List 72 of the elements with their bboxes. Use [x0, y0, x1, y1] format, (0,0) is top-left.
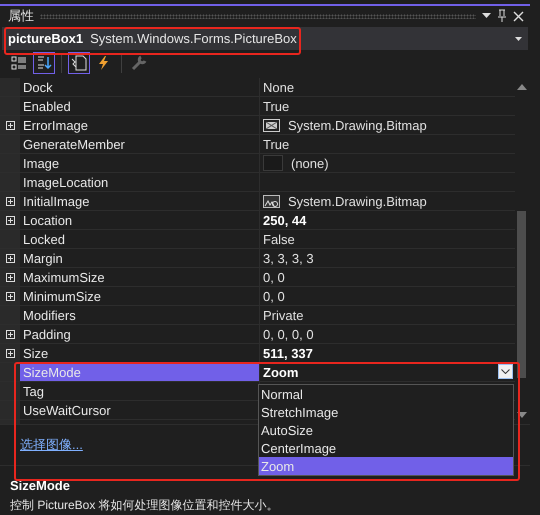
property-name: MinimumSize	[23, 288, 102, 304]
expand-icon[interactable]	[6, 292, 14, 300]
dropdown-option[interactable]: StretchImage	[259, 403, 513, 421]
description-title: SizeMode	[10, 478, 71, 493]
property-value: None	[263, 80, 294, 94]
property-name: InitialImage	[23, 194, 90, 208]
property-name: ImageLocation	[23, 174, 108, 190]
property-name: Dock	[23, 80, 53, 94]
property-name: Tag	[23, 384, 44, 398]
property-name: Margin	[23, 250, 63, 266]
property-value: True	[263, 136, 290, 152]
scroll-down-icon[interactable]	[517, 412, 527, 418]
image-icon	[263, 194, 280, 208]
expand-icon[interactable]	[6, 120, 14, 130]
panel-title: 属性	[8, 7, 34, 25]
property-page-icon	[71, 55, 87, 71]
dropdown-option[interactable]: CenterImage	[259, 439, 513, 457]
expand-icon[interactable]	[6, 272, 14, 282]
property-value: System.Drawing.Bitmap	[288, 194, 427, 208]
property-name: Locked	[23, 232, 65, 246]
dropdown-option[interactable]: AutoSize	[259, 421, 513, 439]
property-name: GenerateMember	[23, 136, 125, 152]
dropdown-caret-icon[interactable]	[482, 13, 491, 19]
object-name: pictureBox1	[8, 31, 84, 46]
wrench-icon	[131, 55, 147, 71]
property-name-cell[interactable]: Tag	[20, 382, 260, 400]
property-name: Modifiers	[23, 308, 76, 322]
object-type: System.Windows.Forms.PictureBox	[90, 31, 298, 46]
dropdown-option[interactable]: Normal	[259, 385, 513, 403]
expand-icon[interactable]	[6, 196, 14, 206]
property-value: 0, 0	[263, 288, 285, 304]
pin-icon[interactable]	[497, 9, 507, 23]
chevron-icon	[501, 369, 510, 374]
empty-image-icon	[263, 155, 283, 171]
property-value: 0, 0, 0, 0	[263, 326, 314, 342]
close-icon[interactable]	[513, 10, 524, 22]
property-value: 3, 3, 3, 3	[263, 250, 314, 266]
property-name: Padding	[23, 326, 71, 342]
categorized-icon	[11, 55, 27, 71]
scroll-up-icon[interactable]	[517, 84, 527, 90]
object-selector[interactable]: pictureBox1 System.Windows.Forms.PictureBox	[2, 27, 528, 50]
property-value: Private	[263, 308, 304, 322]
property-value: 511, 337	[263, 346, 313, 360]
expand-icon[interactable]	[6, 348, 14, 358]
property-name: ErrorImage	[23, 118, 88, 132]
property-name: SizeMode	[23, 364, 81, 380]
property-name: Image	[23, 156, 60, 170]
dropdown-option[interactable]: Zoom	[259, 457, 513, 475]
description-text: 控制 PictureBox 将如何处理图像位置和控件大小。	[10, 497, 280, 514]
toolbar-button[interactable]	[33, 52, 55, 74]
property-value: 250, 44	[263, 212, 306, 228]
choose-image-link[interactable]: 选择图像...	[20, 436, 83, 454]
property-name: MaximumSize	[23, 270, 105, 284]
property-name: UseWaitCursor	[23, 402, 111, 418]
sort-icon	[36, 55, 52, 71]
property-value: (none)	[291, 156, 329, 170]
dropdown-button[interactable]	[498, 364, 513, 379]
toolbar-button[interactable]	[68, 52, 90, 74]
property-name-cell[interactable]: SizeMode	[20, 363, 260, 381]
property-name: Size	[23, 346, 48, 360]
property-value: True	[263, 98, 290, 114]
expand-icon[interactable]	[6, 330, 14, 338]
expand-icon[interactable]	[6, 216, 14, 224]
property-value: Zoom	[263, 364, 298, 380]
property-name: Location	[23, 212, 72, 228]
property-value: System.Drawing.Bitmap	[288, 118, 427, 132]
caret-icon	[515, 36, 522, 40]
property-value: False	[263, 232, 295, 246]
expand-icon[interactable]	[6, 254, 14, 262]
image-error-icon	[263, 118, 280, 132]
property-name: Enabled	[23, 98, 71, 114]
property-value: 0, 0	[263, 270, 285, 284]
